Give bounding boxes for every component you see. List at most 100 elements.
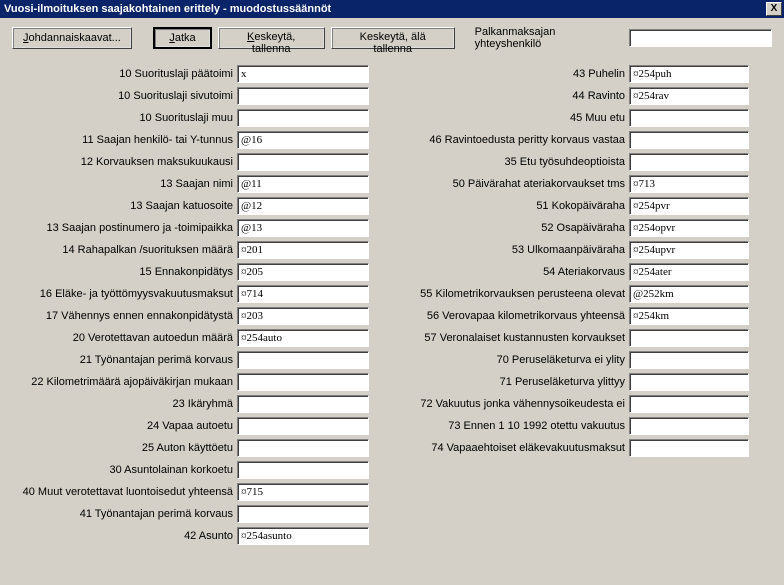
- right-label: 70 Peruseläketurva ei ylity: [379, 354, 629, 366]
- left-input[interactable]: [237, 87, 369, 105]
- left-input[interactable]: [237, 263, 369, 281]
- right-input[interactable]: [629, 109, 749, 127]
- right-label: 71 Peruseläketurva ylittyy: [379, 376, 629, 388]
- left-row: 24 Vapaa autoetu: [12, 416, 369, 436]
- left-row: 13 Saajan nimi: [12, 174, 369, 194]
- keskeyta-tallenna-button[interactable]: Keskeytä, tallenna: [218, 27, 325, 49]
- right-row: 35 Etu työsuhdeoptioista: [379, 152, 749, 172]
- right-row: 50 Päivärahat ateriakorvaukset tms: [379, 174, 749, 194]
- left-row: 21 Työnantajan perimä korvaus: [12, 350, 369, 370]
- left-row: 10 Suorituslaji sivutoimi: [12, 86, 369, 106]
- left-input[interactable]: [237, 483, 369, 501]
- left-input[interactable]: [237, 197, 369, 215]
- right-input[interactable]: [629, 329, 749, 347]
- right-input[interactable]: [629, 175, 749, 193]
- left-label: 10 Suorituslaji päätoimi: [12, 68, 237, 80]
- right-input[interactable]: [629, 153, 749, 171]
- left-input[interactable]: [237, 461, 369, 479]
- contact-input[interactable]: [629, 29, 772, 47]
- right-row: 44 Ravinto: [379, 86, 749, 106]
- left-row: 30 Asuntolainan korkoetu: [12, 460, 369, 480]
- left-input[interactable]: [237, 131, 369, 149]
- left-input[interactable]: [237, 505, 369, 523]
- left-label: 41 Työnantajan perimä korvaus: [12, 508, 237, 520]
- left-label: 12 Korvauksen maksukuukausi: [12, 156, 237, 168]
- right-row: 71 Peruseläketurva ylittyy: [379, 372, 749, 392]
- right-input[interactable]: [629, 307, 749, 325]
- left-label: 13 Saajan nimi: [12, 178, 237, 190]
- left-label: 11 Saajan henkilö- tai Y-tunnus: [12, 134, 237, 146]
- left-label: 17 Vähennys ennen ennakonpidätystä: [12, 310, 237, 322]
- left-input[interactable]: [237, 109, 369, 127]
- right-label: 35 Etu työsuhdeoptioista: [379, 156, 629, 168]
- right-row: 57 Veronalaiset kustannusten korvaukset: [379, 328, 749, 348]
- right-input[interactable]: [629, 131, 749, 149]
- left-label: 16 Eläke- ja työttömyysvakuutusmaksut: [12, 288, 237, 300]
- left-label: 30 Asuntolainan korkoetu: [12, 464, 237, 476]
- left-row: 14 Rahapalkan /suorituksen määrä: [12, 240, 369, 260]
- left-input[interactable]: [237, 219, 369, 237]
- right-row: 46 Ravintoedusta peritty korvaus vastaa: [379, 130, 749, 150]
- left-label: 13 Saajan katuosoite: [12, 200, 237, 212]
- left-row: 17 Vähennys ennen ennakonpidätystä: [12, 306, 369, 326]
- right-input[interactable]: [629, 65, 749, 83]
- left-input[interactable]: [237, 285, 369, 303]
- right-input[interactable]: [629, 219, 749, 237]
- right-label: 74 Vapaaehtoiset eläkevakuutusmaksut: [379, 442, 629, 454]
- left-input[interactable]: [237, 351, 369, 369]
- keskeyta-ala-tallenna-button[interactable]: Keskeytä, älä tallenna: [331, 27, 455, 49]
- left-input[interactable]: [237, 175, 369, 193]
- left-row: 41 Työnantajan perimä korvaus: [12, 504, 369, 524]
- left-label: 10 Suorituslaji muu: [12, 112, 237, 124]
- right-input[interactable]: [629, 263, 749, 281]
- title-bar: Vuosi-ilmoituksen saajakohtainen erittel…: [0, 0, 784, 18]
- right-label: 51 Kokopäiväraha: [379, 200, 629, 212]
- left-label: 24 Vapaa autoetu: [12, 420, 237, 432]
- close-button[interactable]: X: [766, 2, 782, 16]
- jatka-button[interactable]: Jatka: [153, 27, 211, 49]
- left-input[interactable]: [237, 329, 369, 347]
- right-input[interactable]: [629, 197, 749, 215]
- left-row: 10 Suorituslaji muu: [12, 108, 369, 128]
- left-label: 23 Ikäryhmä: [12, 398, 237, 410]
- left-row: 12 Korvauksen maksukuukausi: [12, 152, 369, 172]
- right-label: 46 Ravintoedusta peritty korvaus vastaa: [379, 134, 629, 146]
- left-input[interactable]: [237, 527, 369, 545]
- right-row: 72 Vakuutus jonka vähennysoikeudesta ei: [379, 394, 749, 414]
- right-label: 44 Ravinto: [379, 90, 629, 102]
- right-label: 50 Päivärahat ateriakorvaukset tms: [379, 178, 629, 190]
- left-input[interactable]: [237, 241, 369, 259]
- right-row: 56 Verovapaa kilometrikorvaus yhteensä: [379, 306, 749, 326]
- right-input[interactable]: [629, 351, 749, 369]
- right-input[interactable]: [629, 417, 749, 435]
- left-input[interactable]: [237, 153, 369, 171]
- left-input[interactable]: [237, 373, 369, 391]
- left-input[interactable]: [237, 439, 369, 457]
- right-input[interactable]: [629, 373, 749, 391]
- left-row: 11 Saajan henkilö- tai Y-tunnus: [12, 130, 369, 150]
- right-label: 73 Ennen 1 10 1992 otettu vakuutus: [379, 420, 629, 432]
- right-label: 55 Kilometrikorvauksen perusteena olevat: [379, 288, 629, 300]
- left-row: 23 Ikäryhmä: [12, 394, 369, 414]
- left-row: 42 Asunto: [12, 526, 369, 546]
- right-label: 57 Veronalaiset kustannusten korvaukset: [379, 332, 629, 344]
- right-label: 56 Verovapaa kilometrikorvaus yhteensä: [379, 310, 629, 322]
- contact-label: Palkanmaksajan yhteyshenkilö: [475, 26, 617, 50]
- right-row: 52 Osapäiväraha: [379, 218, 749, 238]
- left-input[interactable]: [237, 65, 369, 83]
- right-row: 54 Ateriakorvaus: [379, 262, 749, 282]
- johdannaiskaavat-button[interactable]: Johdannaiskaavat...: [12, 27, 132, 49]
- left-label: 25 Auton käyttöetu: [12, 442, 237, 454]
- left-input[interactable]: [237, 307, 369, 325]
- right-input[interactable]: [629, 439, 749, 457]
- right-input[interactable]: [629, 241, 749, 259]
- right-row: 55 Kilometrikorvauksen perusteena olevat: [379, 284, 749, 304]
- left-input[interactable]: [237, 417, 369, 435]
- right-input[interactable]: [629, 395, 749, 413]
- left-row: 22 Kilometrimäärä ajopäiväkirjan mukaan: [12, 372, 369, 392]
- right-input[interactable]: [629, 87, 749, 105]
- left-column: 10 Suorituslaji päätoimi 10 Suorituslaji …: [12, 64, 369, 546]
- right-input[interactable]: [629, 285, 749, 303]
- left-row: 13 Saajan katuosoite: [12, 196, 369, 216]
- left-input[interactable]: [237, 395, 369, 413]
